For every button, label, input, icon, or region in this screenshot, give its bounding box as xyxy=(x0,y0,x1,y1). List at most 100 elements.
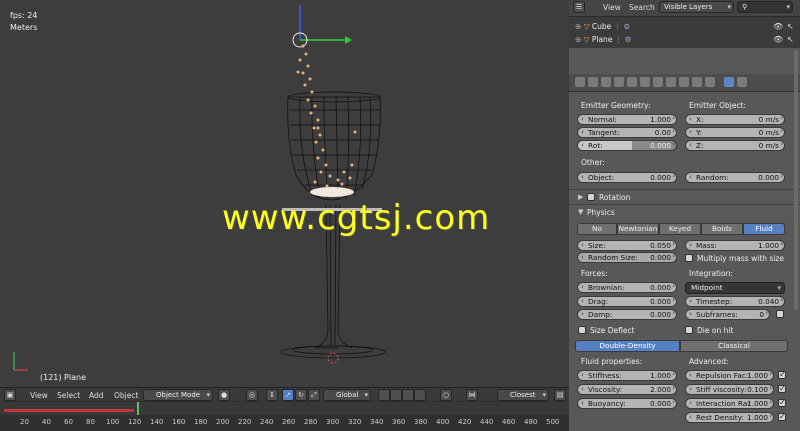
outliner-item-plane[interactable]: ⊕ ▽ Plane ⋮ ⚙ 👁 ↖ xyxy=(575,34,795,46)
interaction-radius-field[interactable]: Interaction Ra:1.000 xyxy=(685,398,774,409)
emitter-y-field[interactable]: Y:0 m/s xyxy=(685,127,785,138)
adaptive-subframes-checkbox[interactable] xyxy=(776,310,784,318)
visibility-icon[interactable]: 👁 xyxy=(773,21,783,33)
drag-field[interactable]: Drag:0.000 xyxy=(577,296,677,307)
emitter-x-field[interactable]: X:0 m/s xyxy=(685,114,785,125)
snap-icon[interactable]: ⋈ xyxy=(466,389,478,401)
physics-type-boids[interactable]: Boids xyxy=(701,223,743,235)
expand-icon[interactable]: ⊕ xyxy=(575,22,581,31)
scene-tab-icon[interactable] xyxy=(601,77,611,87)
texture-tab-icon[interactable] xyxy=(692,77,702,87)
3d-viewport[interactable]: fps: 24 Meters www.cgtsj.com (121) Plane xyxy=(0,0,569,387)
outliner-search-menu[interactable]: Search xyxy=(629,2,655,13)
translate-icon[interactable]: ↗ xyxy=(282,389,294,401)
world-tab-icon[interactable] xyxy=(614,77,624,87)
physics-section-header[interactable]: ▼ Physics xyxy=(569,204,800,218)
select-icon[interactable]: ↖ xyxy=(787,34,794,46)
expand-icon[interactable]: ⊕ xyxy=(575,35,581,44)
rotation-checkbox[interactable] xyxy=(587,193,595,201)
double-density-toggle[interactable]: Double-Density xyxy=(575,340,680,352)
tick-label: 40 xyxy=(42,418,51,426)
tick-label: 20 xyxy=(20,418,29,426)
outliner-view-menu[interactable]: View xyxy=(603,2,621,13)
orientation-dropdown[interactable]: Global xyxy=(323,389,371,401)
select-icon[interactable]: ↖ xyxy=(787,21,794,33)
editor-type-icon[interactable]: ☰ xyxy=(573,1,585,13)
material-tab-icon[interactable] xyxy=(679,77,689,87)
gizmo-x-arrow xyxy=(345,36,352,44)
rest-density-field[interactable]: Rest Density:1.000 xyxy=(685,412,774,423)
data-tab-icon[interactable] xyxy=(666,77,676,87)
physics-type-keyed[interactable]: Keyed xyxy=(659,223,701,235)
stiffness-field[interactable]: Stiffness:1.000 xyxy=(577,370,677,381)
constraints-tab-icon[interactable] xyxy=(640,77,650,87)
object-tab-icon[interactable] xyxy=(627,77,637,87)
pivot-icon[interactable]: ◎ xyxy=(246,389,258,401)
stiff-viscosity-checkbox[interactable] xyxy=(778,384,786,393)
subframes-field[interactable]: Subframes:0 xyxy=(685,309,770,320)
buoyancy-field[interactable]: Buoyancy:0.000 xyxy=(577,398,677,409)
menu-object[interactable]: Object xyxy=(114,390,138,401)
physics-type-newtonian[interactable]: Newtonian xyxy=(617,223,659,235)
physics-tab-icon[interactable] xyxy=(705,77,715,87)
timestep-field[interactable]: Timestep:0.040 xyxy=(685,296,785,307)
particles-tab-icon[interactable] xyxy=(724,77,734,87)
tangent-field[interactable]: Tangent:0.00 xyxy=(577,127,677,138)
layer-button-2[interactable] xyxy=(390,389,402,401)
normal-field[interactable]: Normal:1.000 xyxy=(577,114,677,125)
size-field[interactable]: Size:0.050 xyxy=(577,240,677,251)
modifiers-tab-icon[interactable] xyxy=(653,77,663,87)
viscosity-field[interactable]: Viscosity:2.000 xyxy=(577,384,677,395)
shading-icon[interactable]: ● xyxy=(218,389,230,401)
layer-button-1[interactable] xyxy=(378,389,390,401)
tick-label: 380 xyxy=(414,418,428,426)
rot-field[interactable]: Rot:0.000 xyxy=(577,140,677,151)
tick-label: 320 xyxy=(348,418,362,426)
outliner-search-input[interactable]: ⚲ xyxy=(737,1,793,13)
outliner: ☰ View Search Visible Layers ⚲ ⊕ ▽ Cube … xyxy=(569,0,800,48)
physics-type-no[interactable]: No xyxy=(577,223,617,235)
die-on-hit-checkbox[interactable] xyxy=(685,326,693,334)
multiply-mass-checkbox[interactable] xyxy=(685,254,693,262)
layer-button-4[interactable] xyxy=(414,389,426,401)
frame-ruler[interactable]: 20 40 60 80 100 120 140 160 180 200 220 … xyxy=(0,415,569,431)
mode-dropdown[interactable]: Object Mode xyxy=(143,389,213,401)
snap-target-dropdown[interactable]: Closest xyxy=(497,389,549,401)
physics-type-fluid[interactable]: Fluid xyxy=(743,223,785,235)
visibility-icon[interactable]: 👁 xyxy=(773,34,783,46)
repulsion-factor-field[interactable]: Repulsion Fac:1.000 xyxy=(685,370,774,381)
stiff-viscosity-field[interactable]: Stiff viscosity:0.100 xyxy=(685,384,774,395)
scale-icon[interactable]: ⤢ xyxy=(308,389,320,401)
random-velocity-field[interactable]: Random:0.000 xyxy=(685,172,785,183)
layer-button-3[interactable] xyxy=(402,389,414,401)
integration-dropdown[interactable]: Midpoint xyxy=(685,282,785,294)
tick-label: 220 xyxy=(238,418,252,426)
editor-type-icon[interactable]: ▣ xyxy=(4,389,16,401)
render-tab-icon[interactable] xyxy=(575,77,585,87)
mass-field[interactable]: Mass:1.000 xyxy=(685,240,785,251)
manipulator-icon[interactable]: ↕ xyxy=(266,389,278,401)
brownian-field[interactable]: Brownian:0.000 xyxy=(577,282,677,293)
interaction-radius-checkbox[interactable] xyxy=(778,398,786,407)
display-mode-dropdown[interactable]: Visible Layers xyxy=(659,1,734,13)
properties-scrollbar[interactable] xyxy=(794,50,798,310)
rest-density-checkbox[interactable] xyxy=(778,412,786,421)
emitter-z-field[interactable]: Z:0 m/s xyxy=(685,140,785,151)
proportional-edit-icon[interactable]: ○ xyxy=(440,389,452,401)
object-velocity-field[interactable]: Object:0.000 xyxy=(577,172,677,183)
menu-select[interactable]: Select xyxy=(57,390,80,401)
rotate-icon[interactable]: ↻ xyxy=(295,389,307,401)
rotation-section-header[interactable]: ▶ Rotation xyxy=(569,189,800,203)
repulsion-factor-checkbox[interactable] xyxy=(778,370,786,379)
outliner-item-cube[interactable]: ⊕ ▽ Cube ⋮ ⚙ 👁 ↖ xyxy=(575,21,795,33)
damp-field[interactable]: Damp:0.000 xyxy=(577,309,677,320)
layers-tab-icon[interactable] xyxy=(588,77,598,87)
menu-view[interactable]: View xyxy=(30,390,48,401)
render-preview-icon[interactable]: ▤ xyxy=(554,389,566,401)
menu-add[interactable]: Add xyxy=(89,390,104,401)
size-deflect-checkbox[interactable] xyxy=(578,326,586,334)
physics-sim-tab-icon[interactable] xyxy=(737,77,747,87)
classical-toggle[interactable]: Classical xyxy=(680,340,788,352)
random-size-field[interactable]: Random Size:0.000 xyxy=(577,252,677,263)
multiply-mass-label: Multiply mass with size xyxy=(697,254,784,263)
